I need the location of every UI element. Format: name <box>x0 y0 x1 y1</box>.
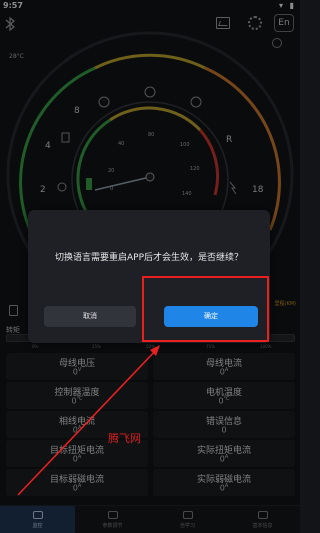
watermark: 腾飞网 <box>108 432 141 445</box>
highlight-box <box>142 276 269 342</box>
dialog-message: 切换语言需要重启APP后才会生效，是否继续？ <box>54 253 243 263</box>
cancel-button[interactable]: 取消 <box>44 306 136 327</box>
